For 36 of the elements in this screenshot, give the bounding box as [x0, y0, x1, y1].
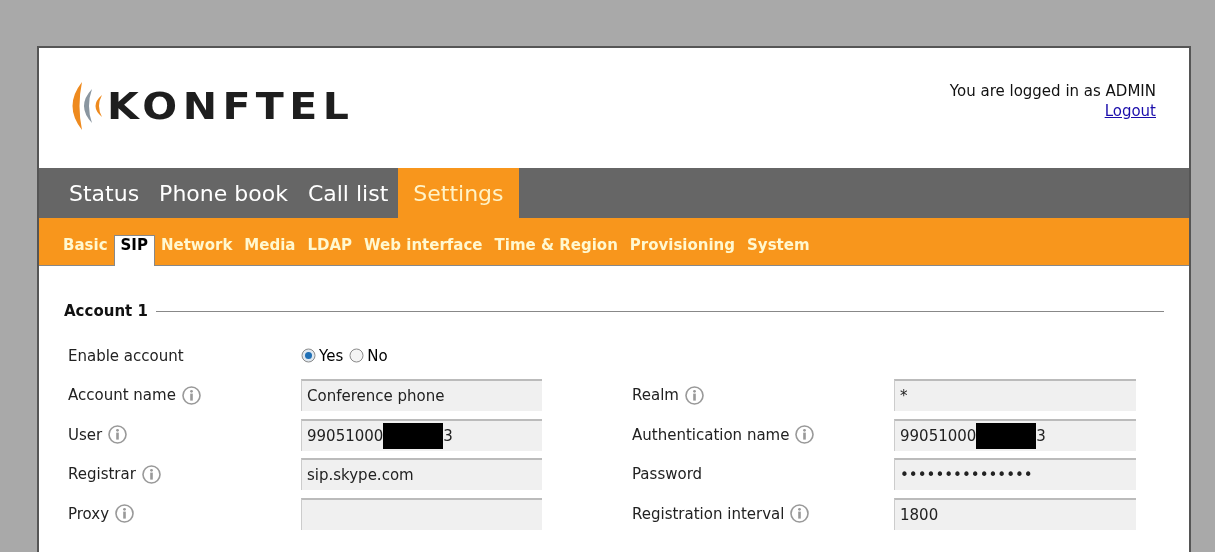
field-label: Password	[632, 465, 703, 484]
section-title: Account 1	[64, 302, 148, 320]
field-label: Realm	[632, 386, 679, 405]
input-field[interactable]: 99051000 3	[894, 418, 1136, 451]
info-icon[interactable]	[795, 425, 815, 445]
field-label: Registration interval	[632, 504, 785, 523]
field-label: Authentication name	[632, 425, 790, 444]
sub-tab[interactable]: SIP	[113, 235, 155, 266]
input-field[interactable]: •••••••••••••••	[894, 458, 1136, 491]
radio-button[interactable]	[349, 348, 365, 364]
input-field[interactable]: sip.skype.com	[301, 458, 542, 491]
field-label: Registrar	[68, 465, 136, 484]
info-icon[interactable]	[115, 504, 135, 524]
input-field[interactable]: Conference phone	[301, 379, 542, 412]
input-field[interactable]: *	[894, 379, 1136, 412]
radio-button[interactable]	[301, 348, 316, 364]
input-field[interactable]: 99051000 3	[301, 418, 542, 451]
info-icon[interactable]	[790, 504, 810, 524]
logo: KONFTEL	[107, 84, 355, 128]
info-icon[interactable]	[181, 385, 201, 405]
nav-tab[interactable]: Call list	[297, 168, 399, 218]
info-icon[interactable]	[141, 464, 161, 484]
nav-tab[interactable]: Status	[59, 168, 150, 218]
nav-tab[interactable]: Phone book	[149, 168, 298, 218]
logout-link[interactable]: Logout	[1104, 102, 1156, 120]
login-status: You are logged in as ADMIN	[949, 82, 1156, 100]
info-icon[interactable]	[108, 425, 128, 445]
input-field[interactable]: 1800	[894, 497, 1136, 530]
field-label: Enable account	[68, 346, 184, 365]
field-label: Proxy	[68, 504, 110, 523]
info-icon[interactable]	[684, 385, 704, 405]
radio-label: Yes	[319, 346, 344, 365]
field-label: User	[68, 425, 103, 444]
field-label: Account name	[68, 386, 176, 405]
radio-label: No	[367, 346, 388, 365]
input-field[interactable]	[301, 497, 542, 530]
